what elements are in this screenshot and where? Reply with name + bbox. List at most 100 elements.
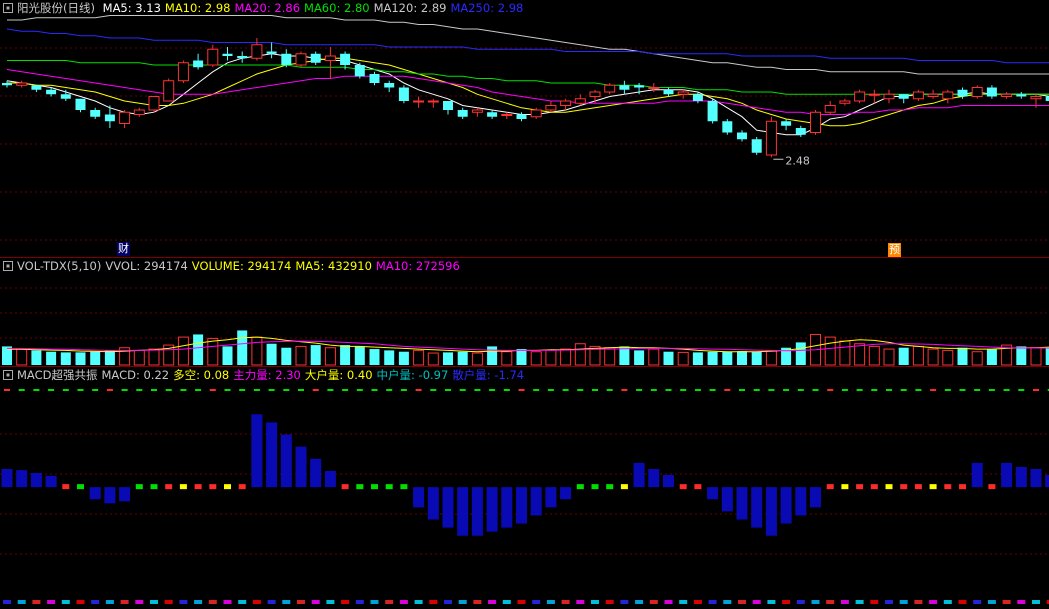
volume-bar <box>854 343 866 366</box>
volume-bar <box>471 352 483 366</box>
candle-body <box>119 111 131 124</box>
macd-top-dash <box>136 389 143 391</box>
candle-body <box>46 89 57 95</box>
candle-body <box>574 98 586 104</box>
volume-bar <box>237 330 248 365</box>
candle-body <box>707 101 718 122</box>
macd-top-dash <box>518 389 525 391</box>
macd-panel-header: MACD超强共振 MACD: 0.22 多空: 0.08 主力量: 2.30 大户量: … <box>0 367 532 383</box>
candle-body <box>457 110 468 117</box>
macd-top-dash <box>430 389 437 391</box>
bottom-indicator-dot <box>444 600 452 604</box>
bottom-indicator-dot <box>1017 600 1026 604</box>
candle-body <box>413 100 425 103</box>
macd-bar <box>179 484 187 490</box>
volume-bar <box>90 351 101 365</box>
macd-top-dash <box>724 389 731 391</box>
macd-top-dash <box>253 389 260 391</box>
macd-bar <box>530 487 542 516</box>
macd-top-dash <box>621 389 628 391</box>
macd-top-dash <box>92 389 99 391</box>
candle-body <box>795 128 806 135</box>
macd-top-dash <box>753 389 760 391</box>
candle-body <box>104 114 115 122</box>
macd-bar <box>442 487 454 528</box>
macd-bar <box>150 484 158 490</box>
volume-bar <box>765 350 777 366</box>
bottom-indicator-dot <box>3 600 11 604</box>
macd-bar <box>413 487 425 508</box>
event-marker-forecast[interactable]: 预 <box>888 243 901 257</box>
volume-bar <box>530 351 542 366</box>
bottom-indicator-dot <box>767 600 776 604</box>
macd-top-dash <box>709 389 716 391</box>
macd-bar <box>885 484 893 490</box>
volume-bar <box>942 349 954 366</box>
bottom-indicator-dot <box>282 600 291 604</box>
macd-bar <box>810 487 821 508</box>
bottom-indicator-dot <box>208 600 217 604</box>
bottom-indicator-dot <box>870 600 879 604</box>
macd-top-dash <box>900 389 907 391</box>
macd-bar <box>471 487 483 536</box>
macd-bar <box>238 484 246 490</box>
volume-bar <box>266 343 277 365</box>
macd-top-dash <box>739 389 745 391</box>
candle-body <box>1001 93 1013 97</box>
bottom-indicator-dot <box>649 600 658 604</box>
macd-top-dash <box>48 389 55 391</box>
volume-label-2: VOLUME: 294174 <box>191 259 292 273</box>
macd-bar <box>266 422 278 488</box>
bottom-indicator-dot <box>355 600 364 604</box>
macd-bar <box>751 487 763 528</box>
stock-title: 阳光股份(日线) <box>17 1 95 15</box>
volume-bar <box>971 351 983 366</box>
candle-body <box>765 120 777 156</box>
macd-bar <box>606 484 614 490</box>
macd-top-dash <box>77 389 84 391</box>
bottom-indicator-dot <box>76 600 85 604</box>
macd-label-4: 大户量: 0.40 <box>304 368 373 382</box>
candle-body <box>619 85 630 90</box>
macd-bar <box>971 462 983 488</box>
bottom-indicator-dot <box>385 600 394 604</box>
volume-bar <box>545 349 557 366</box>
macd-bar <box>620 484 628 490</box>
panel-toggle-icon[interactable] <box>3 260 13 271</box>
volume-bar <box>340 345 351 365</box>
macd-top-dash <box>636 389 643 391</box>
macd-top-dash <box>165 389 172 391</box>
macd-bar <box>545 487 557 508</box>
macd-bar <box>224 484 231 490</box>
candle-body <box>868 93 880 96</box>
volume-bar <box>912 345 924 366</box>
low-price-label: 2.48 <box>785 154 810 167</box>
panel-toggle-icon[interactable] <box>3 369 13 380</box>
bottom-indicator-dot <box>414 600 423 604</box>
bottom-indicator-dot <box>958 600 967 604</box>
bottom-indicator-dot <box>561 600 570 604</box>
macd-bar <box>30 472 42 488</box>
bottom-indicator-dot <box>693 600 702 604</box>
bottom-indicator-dot <box>929 600 938 604</box>
macd-top-dash <box>841 389 848 391</box>
candle-body <box>324 55 336 61</box>
macd-top-dash <box>871 389 878 391</box>
candle-body <box>163 80 175 102</box>
macd-top-dash <box>356 389 363 391</box>
macd-bar <box>576 484 584 490</box>
macd-bar <box>104 487 116 504</box>
macd-top-dash <box>812 389 819 391</box>
bottom-indicator-dot <box>987 600 996 604</box>
volume-label-1: VVOL: 294174 <box>105 259 188 273</box>
macd-bar <box>914 484 922 490</box>
event-marker-financial[interactable]: 财 <box>117 242 130 256</box>
volume-bar <box>75 352 86 365</box>
macd-top-dash <box>503 389 510 391</box>
volume-bar <box>898 347 909 365</box>
panel-toggle-icon[interactable] <box>3 2 13 13</box>
macd-top-dash <box>988 389 995 391</box>
candle-body <box>912 91 924 100</box>
volume-bar <box>31 350 42 365</box>
macd-bar <box>385 484 393 490</box>
